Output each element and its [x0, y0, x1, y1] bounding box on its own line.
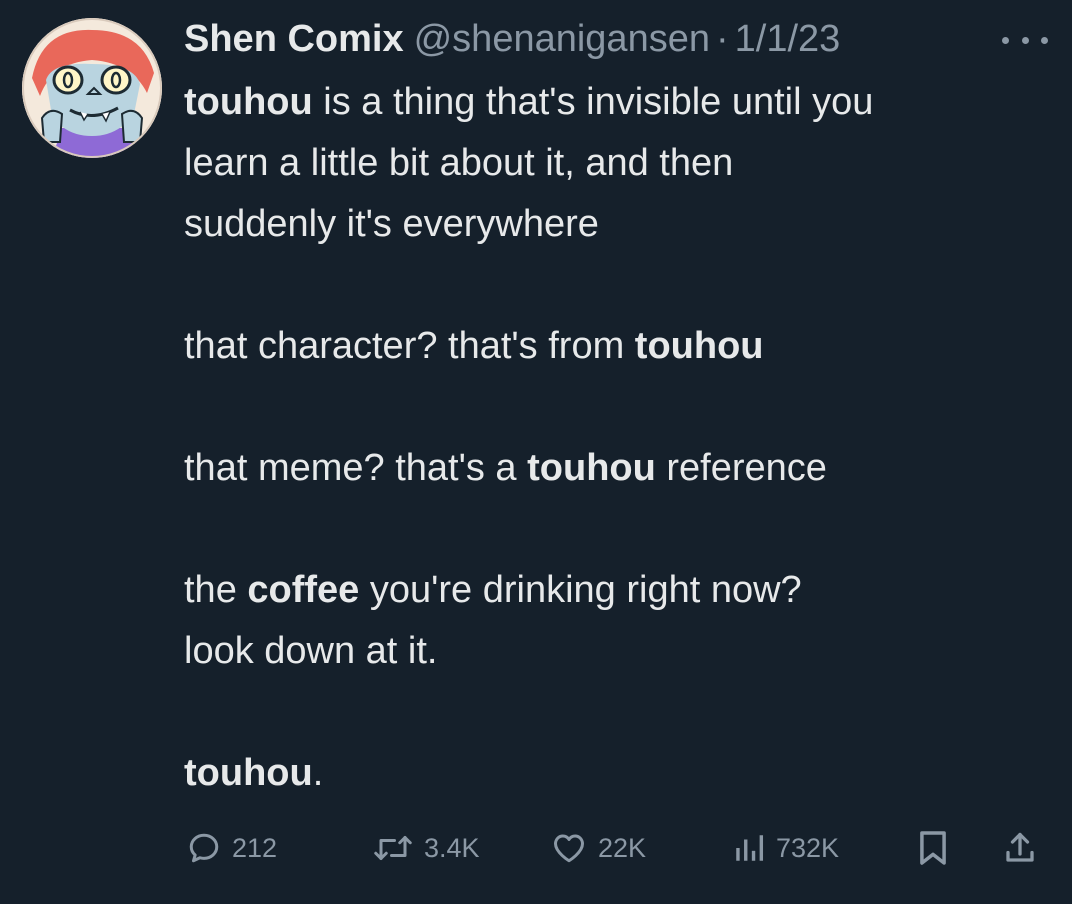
- text-span: you're drinking right now?: [359, 569, 802, 611]
- dot: [1021, 36, 1029, 44]
- action-bar: 212 3.4K 22K 732K: [184, 820, 1054, 876]
- views-button[interactable]: 732K: [732, 820, 839, 876]
- retweet-count: 3.4K: [424, 832, 480, 863]
- text-span: the: [184, 569, 248, 611]
- dot: [1041, 36, 1048, 44]
- tweet-text: touhou is a thing that's invisible until…: [184, 72, 1054, 804]
- share-button[interactable]: [1002, 820, 1038, 876]
- bookmark-button[interactable]: [916, 820, 950, 876]
- avatar-illustration: [22, 18, 162, 158]
- tweet-line: suddenly it's everywhere: [184, 194, 1054, 255]
- heart-icon: [554, 834, 584, 863]
- like-count: 22K: [598, 832, 647, 863]
- tweet-line: touhou.: [184, 743, 1054, 804]
- reply-button[interactable]: 212: [186, 820, 277, 876]
- share-upload-icon: [1006, 832, 1034, 862]
- tweet-header: Shen Comix @shenanigansen · 1/1/23: [184, 14, 840, 64]
- dot: [1002, 36, 1009, 44]
- text-span: that character? that's from: [184, 325, 635, 367]
- separator-dot: ·: [715, 17, 729, 60]
- bold-text: touhou: [184, 752, 313, 794]
- bold-text: touhou: [184, 81, 313, 123]
- like-button[interactable]: 22K: [550, 820, 646, 876]
- tweet-line: learn a little bit about it, and then: [184, 133, 1054, 194]
- text-span: look down at it.: [184, 630, 438, 672]
- tweet-line: touhou is a thing that's invisible until…: [184, 72, 1054, 133]
- retweet-button[interactable]: 3.4K: [372, 820, 480, 876]
- user-handle[interactable]: @shenanigansen: [414, 18, 710, 61]
- text-span: reference: [655, 447, 827, 489]
- avatar[interactable]: [22, 18, 162, 158]
- reply-count: 212: [232, 832, 278, 863]
- text-span: that meme? that's a: [184, 447, 528, 489]
- retweet-icon: [374, 836, 412, 860]
- tweet-line: that character? that's from touhou: [184, 316, 1054, 377]
- timestamp[interactable]: 1/1/23: [735, 18, 841, 61]
- bookmark-icon: [920, 831, 946, 865]
- text-span: is a thing that's invisible until you: [312, 81, 874, 123]
- bold-text: touhou: [527, 447, 656, 489]
- text-span: suddenly it's everywhere: [184, 203, 599, 245]
- display-name[interactable]: Shen Comix: [184, 18, 404, 61]
- tweet-line: the coffee you're drinking right now?: [184, 560, 1054, 621]
- bold-text: touhou: [634, 325, 764, 367]
- bold-text: coffee: [247, 569, 360, 611]
- text-span: learn a little bit about it, and then: [184, 142, 734, 184]
- reply-bubble-icon: [189, 833, 219, 863]
- text-span: .: [312, 752, 324, 794]
- views-count: 732K: [776, 832, 840, 863]
- tweet-line: look down at it.: [184, 621, 1054, 682]
- analytics-bars-icon: [736, 835, 764, 861]
- tweet-card[interactable]: Shen Comix @shenanigansen · 1/1/23 touho…: [0, 0, 1072, 904]
- more-dots-icon[interactable]: [1002, 28, 1048, 52]
- tweet-line: that meme? that's a touhou reference: [184, 438, 1054, 499]
